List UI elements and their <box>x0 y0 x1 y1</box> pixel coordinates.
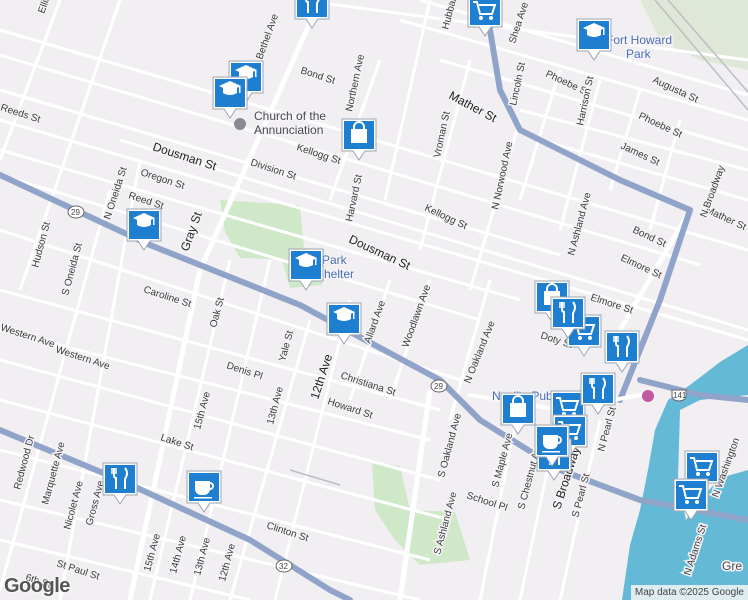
map-marker-restaurant[interactable] <box>294 0 330 30</box>
poi-label: Annunciation <box>254 123 323 137</box>
map-marker-school[interactable] <box>212 76 248 120</box>
map-marker-shopping-bag[interactable] <box>341 118 377 162</box>
svg-text:141: 141 <box>673 391 687 400</box>
map-marker-restaurant[interactable] <box>580 372 616 416</box>
map-canvas[interactable]: 29 29 141 32 Bond St Northern Ave Mather… <box>0 0 748 600</box>
poi-label: Gre <box>722 559 742 573</box>
route-shield: 29 <box>430 379 448 393</box>
restaurant-icon <box>294 0 330 29</box>
svg-text:29: 29 <box>434 382 443 391</box>
map-marker-shopping-cart[interactable] <box>467 0 503 38</box>
school-icon <box>576 18 612 61</box>
map-marker-school[interactable] <box>576 18 612 62</box>
svg-text:29: 29 <box>71 208 80 217</box>
map-marker-school[interactable] <box>126 208 162 252</box>
map-marker-school[interactable] <box>326 302 362 346</box>
map-marker-shopping-cart[interactable] <box>673 478 709 522</box>
restaurant-icon <box>102 462 138 505</box>
school-icon <box>288 248 324 291</box>
shopping-bag-icon <box>341 118 377 161</box>
map-attribution: Map data ©2025 Google <box>630 585 748 600</box>
restaurant-icon <box>550 296 586 339</box>
restaurant-icon <box>604 330 640 373</box>
shopping-cart-icon <box>673 478 709 521</box>
map-marker-restaurant[interactable] <box>604 330 640 374</box>
cafe-icon <box>534 424 570 467</box>
route-shield: 29 <box>67 205 85 219</box>
poi-label: Fort Howard <box>606 33 672 47</box>
map-marker-cafe[interactable] <box>186 470 222 514</box>
map-marker-restaurant[interactable] <box>102 462 138 506</box>
restaurant-icon <box>580 372 616 415</box>
poi-label: Church of the <box>254 109 326 123</box>
school-icon <box>326 302 362 345</box>
map-marker-shopping-bag[interactable] <box>500 392 536 436</box>
map-marker-restaurant[interactable] <box>550 296 586 340</box>
map-base-layer: 29 29 141 32 Bond St Northern Ave Mather… <box>0 0 748 600</box>
poi-label: Park <box>626 47 652 61</box>
museum-icon <box>642 390 654 402</box>
cafe-icon <box>186 470 222 513</box>
google-logo: Google <box>4 575 70 597</box>
map-marker-school[interactable] <box>288 248 324 292</box>
map-marker-cafe[interactable] <box>534 424 570 468</box>
route-shield: 32 <box>275 559 293 573</box>
school-icon <box>212 76 248 119</box>
school-icon <box>126 208 162 251</box>
route-shield: 141 <box>671 389 687 402</box>
poi-label: Park <box>322 253 348 267</box>
svg-text:32: 32 <box>279 562 288 571</box>
shopping-bag-icon <box>500 392 536 435</box>
shopping-cart-icon <box>467 0 503 37</box>
